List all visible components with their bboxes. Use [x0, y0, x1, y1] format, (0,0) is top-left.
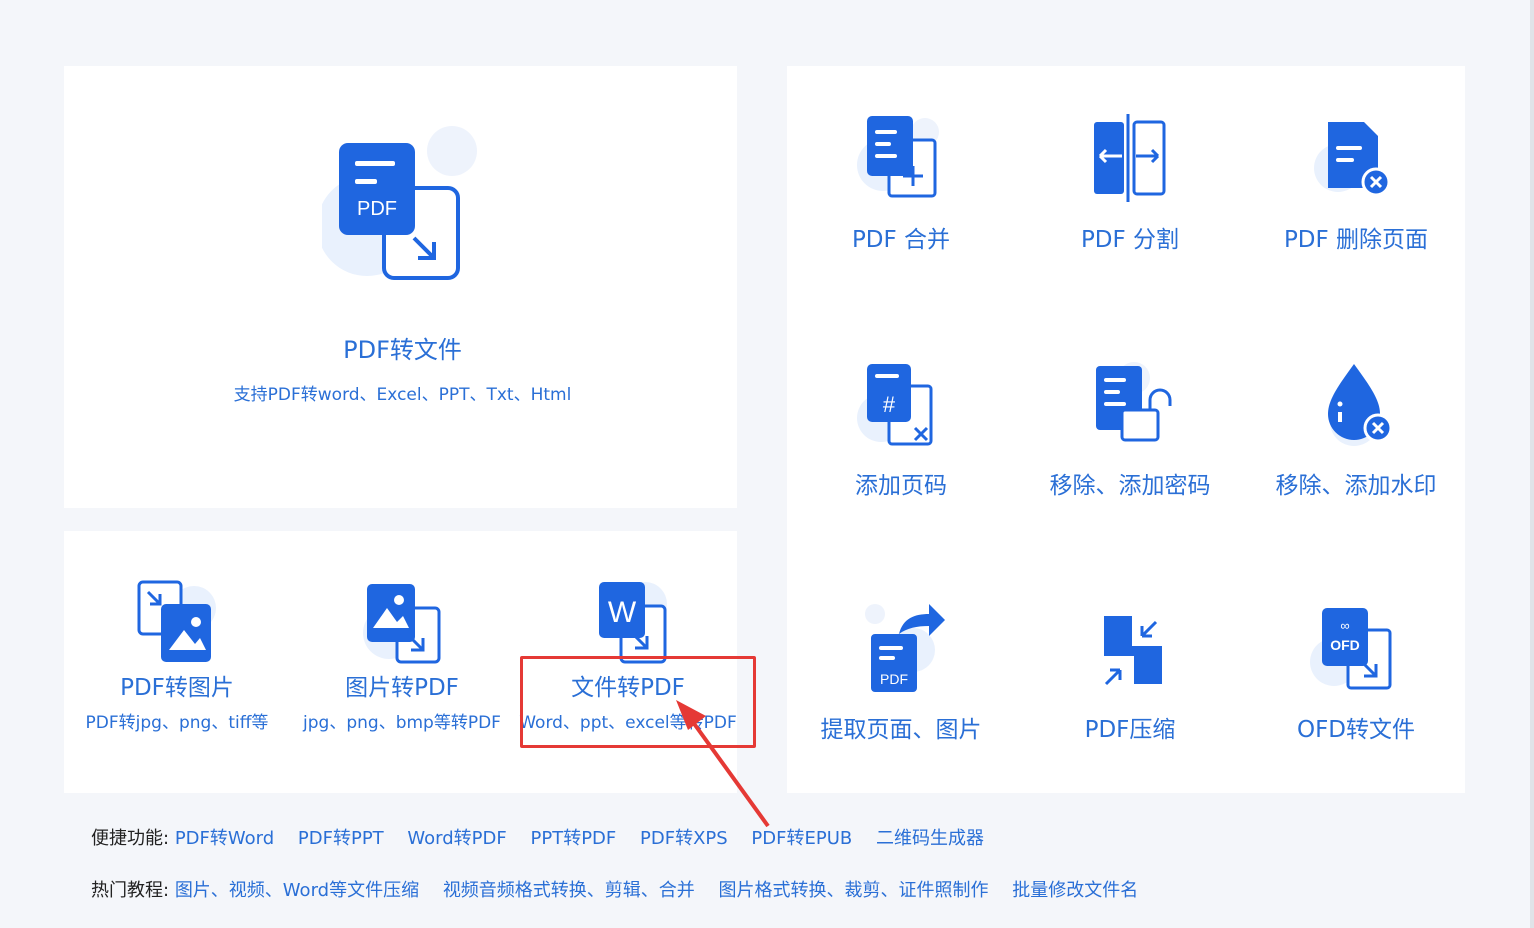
tool-label: PDF压缩	[1084, 717, 1176, 743]
image-to-pdf-subtitle: jpg、png、bmp等转PDF	[303, 713, 501, 733]
image-to-pdf-title: 图片转PDF	[345, 675, 459, 701]
pdf-to-image-card[interactable]: PDF转图片 PDF转jpg、png、tiff等	[75, 578, 279, 733]
tool-page-number[interactable]: # 添加页码	[811, 356, 991, 500]
pdf-compress-icon	[1104, 616, 1162, 686]
svg-text:PDF: PDF	[880, 671, 908, 687]
quick-link[interactable]: 二维码生成器	[876, 828, 984, 849]
scrollbar[interactable]	[1530, 0, 1534, 928]
tool-label: PDF 分割	[1080, 227, 1180, 253]
tool-label: PDF 删除页面	[1283, 227, 1429, 253]
pdf-convert-icon: PDF	[322, 126, 477, 280]
svg-text:#: #	[883, 392, 896, 417]
tutorial-link[interactable]: 图片、视频、Word等文件压缩	[175, 880, 419, 901]
tutorial-link[interactable]: 视频音频格式转换、剪辑、合并	[443, 880, 695, 901]
pdf-to-file-subtitle: 支持PDF转word、Excel、PPT、Txt、Html	[233, 385, 572, 405]
quick-link[interactable]: PPT转PDF	[530, 828, 616, 849]
watermark-drop-icon	[1328, 364, 1393, 446]
quick-link[interactable]: PDF转XPS	[640, 828, 728, 849]
image-to-pdf-icon	[363, 584, 441, 664]
pdf-to-file-title[interactable]: PDF转文件	[0, 330, 805, 365]
svg-text:∞: ∞	[1340, 618, 1349, 633]
tutorials-row: 热门教程: 图片、视频、Word等文件压缩 视频音频格式转换、剪辑、合并 图片格…	[91, 876, 1156, 902]
tool-label: 添加页码	[855, 473, 947, 499]
password-lock-icon	[1096, 362, 1172, 442]
tool-label: OFD转文件	[1296, 717, 1416, 743]
pdf-to-image-icon	[137, 580, 216, 662]
svg-text:OFD: OFD	[1330, 637, 1360, 653]
tool-extract-page[interactable]: PDF 提取页面、图片	[811, 600, 991, 744]
quick-link[interactable]: PDF转PPT	[298, 828, 384, 849]
tool-pdf-delete-page[interactable]: PDF 删除页面	[1266, 110, 1446, 254]
word-to-pdf-icon: W	[599, 582, 667, 664]
quick-link[interactable]: PDF转EPUB	[751, 828, 852, 849]
pdf-merge-icon	[857, 116, 939, 198]
image-to-pdf-card[interactable]: 图片转PDF jpg、png、bmp等转PDF	[298, 578, 506, 733]
tool-pdf-merge[interactable]: PDF 合并	[811, 110, 991, 254]
pdf-delete-page-icon	[1314, 122, 1391, 197]
highlight-box	[520, 656, 756, 748]
tool-watermark[interactable]: 移除、添加水印	[1266, 356, 1446, 500]
tutorial-link[interactable]: 批量修改文件名	[1012, 880, 1138, 901]
pdf-to-image-title: PDF转图片	[120, 675, 234, 701]
ofd-convert-icon: ∞ OFD	[1310, 608, 1392, 690]
quick-links-label: 便捷功能:	[91, 828, 170, 849]
quick-link[interactable]: PDF转Word	[175, 828, 274, 849]
extract-page-icon: PDF	[865, 604, 945, 692]
tool-pdf-split[interactable]: PDF 分割	[1040, 110, 1220, 254]
tool-label: 提取页面、图片	[820, 717, 982, 743]
tool-label: 移除、添加密码	[1049, 473, 1211, 499]
tool-password[interactable]: 移除、添加密码	[1040, 356, 1220, 500]
pdf-to-image-subtitle: PDF转jpg、png、tiff等	[85, 713, 269, 733]
tool-label: PDF 合并	[851, 227, 951, 253]
tool-pdf-compress[interactable]: PDF压缩	[1040, 600, 1220, 744]
tool-ofd-convert[interactable]: ∞ OFD OFD转文件	[1266, 600, 1446, 744]
tool-label: 移除、添加水印	[1275, 473, 1437, 499]
quick-link[interactable]: Word转PDF	[407, 828, 506, 849]
page-number-icon: #	[857, 364, 933, 446]
pdf-split-icon	[1094, 114, 1166, 202]
svg-text:W: W	[608, 596, 637, 629]
svg-text:PDF: PDF	[357, 198, 397, 220]
tutorials-label: 热门教程:	[91, 880, 170, 901]
tutorial-link[interactable]: 图片格式转换、裁剪、证件照制作	[719, 880, 989, 901]
quick-links-row: 便捷功能: PDF转Word PDF转PPT Word转PDF PPT转PDF …	[91, 824, 1002, 850]
